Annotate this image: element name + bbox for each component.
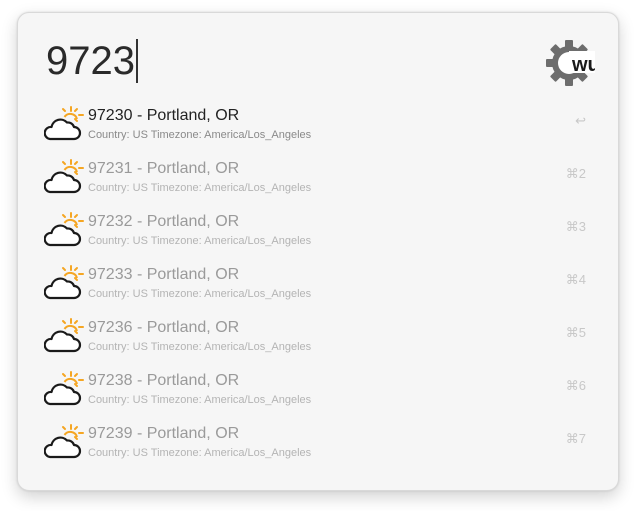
partly-cloudy-icon <box>43 317 84 355</box>
partly-cloudy-icon <box>43 423 84 461</box>
text-caret <box>135 39 138 83</box>
result-shortcut: ⌘2 <box>565 166 586 181</box>
result-shortcut: ⌘7 <box>565 431 586 446</box>
wunderground-gear-logo-icon: wu <box>543 37 600 89</box>
partly-cloudy-icon <box>43 370 84 408</box>
result-subtitle: Country: US Timezone: America/Los_Angele… <box>88 288 312 300</box>
result-item[interactable]: 97232 - Portland, OR Country: US Timezone… <box>18 199 618 252</box>
result-item[interactable]: 97238 - Portland, OR Country: US Timezone… <box>18 358 618 411</box>
result-title: 97233 - Portland, OR <box>88 266 240 283</box>
results-list: 97230 - Portland, OR Country: US Timezone… <box>18 93 618 464</box>
result-shortcut: ↩ <box>575 113 586 128</box>
partly-cloudy-icon <box>43 158 84 196</box>
result-title: 97238 - Portland, OR <box>88 372 240 389</box>
result-title: 97231 - Portland, OR <box>88 160 240 177</box>
result-title: 97230 - Portland, OR <box>88 107 240 124</box>
partly-cloudy-icon <box>43 264 84 302</box>
result-subtitle: Country: US Timezone: America/Los_Angele… <box>88 341 312 353</box>
result-subtitle: Country: US Timezone: America/Los_Angele… <box>88 129 312 141</box>
result-subtitle: Country: US Timezone: America/Los_Angele… <box>88 394 312 406</box>
search-field[interactable]: 9723 <box>46 37 526 97</box>
logo-text: wu <box>571 54 595 76</box>
result-shortcut: ⌘5 <box>565 325 586 340</box>
result-item[interactable]: 97233 - Portland, OR Country: US Timezone… <box>18 252 618 305</box>
search-query-text[interactable]: 9723 <box>46 37 135 85</box>
launcher-window: 9723 wu 97230 - Portlan <box>17 12 619 491</box>
result-subtitle: Country: US Timezone: America/Los_Angele… <box>88 235 312 247</box>
partly-cloudy-icon <box>43 105 84 143</box>
result-title: 97232 - Portland, OR <box>88 213 240 230</box>
result-item[interactable]: 97239 - Portland, OR Country: US Timezone… <box>18 411 618 464</box>
result-shortcut: ⌘4 <box>565 272 586 287</box>
result-shortcut: ⌘3 <box>565 219 586 234</box>
result-title: 97239 - Portland, OR <box>88 425 240 442</box>
result-item[interactable]: 97236 - Portland, OR Country: US Timezone… <box>18 305 618 358</box>
result-item[interactable]: 97231 - Portland, OR Country: US Timezone… <box>18 146 618 199</box>
partly-cloudy-icon <box>43 211 84 249</box>
result-subtitle: Country: US Timezone: America/Los_Angele… <box>88 182 312 194</box>
result-title: 97236 - Portland, OR <box>88 319 240 336</box>
result-shortcut: ⌘6 <box>565 378 586 393</box>
result-subtitle: Country: US Timezone: America/Los_Angele… <box>88 447 312 459</box>
result-item[interactable]: 97230 - Portland, OR Country: US Timezone… <box>18 93 618 146</box>
